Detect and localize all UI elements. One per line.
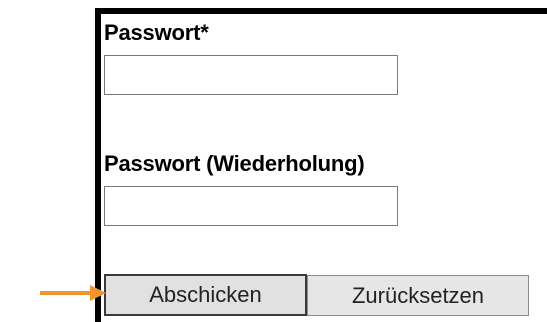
submit-button[interactable]: Abschicken <box>104 274 307 316</box>
password-repeat-field[interactable] <box>104 186 398 226</box>
password-field[interactable] <box>104 55 398 95</box>
reset-button[interactable]: Zurücksetzen <box>307 275 529 316</box>
screenshot-stage: Passwort* Passwort (Wiederholung) Abschi… <box>0 0 547 322</box>
password-repeat-label: Passwort (Wiederholung) <box>104 151 365 176</box>
password-label: Passwort* <box>104 20 209 45</box>
arrow-right-icon <box>40 285 106 301</box>
